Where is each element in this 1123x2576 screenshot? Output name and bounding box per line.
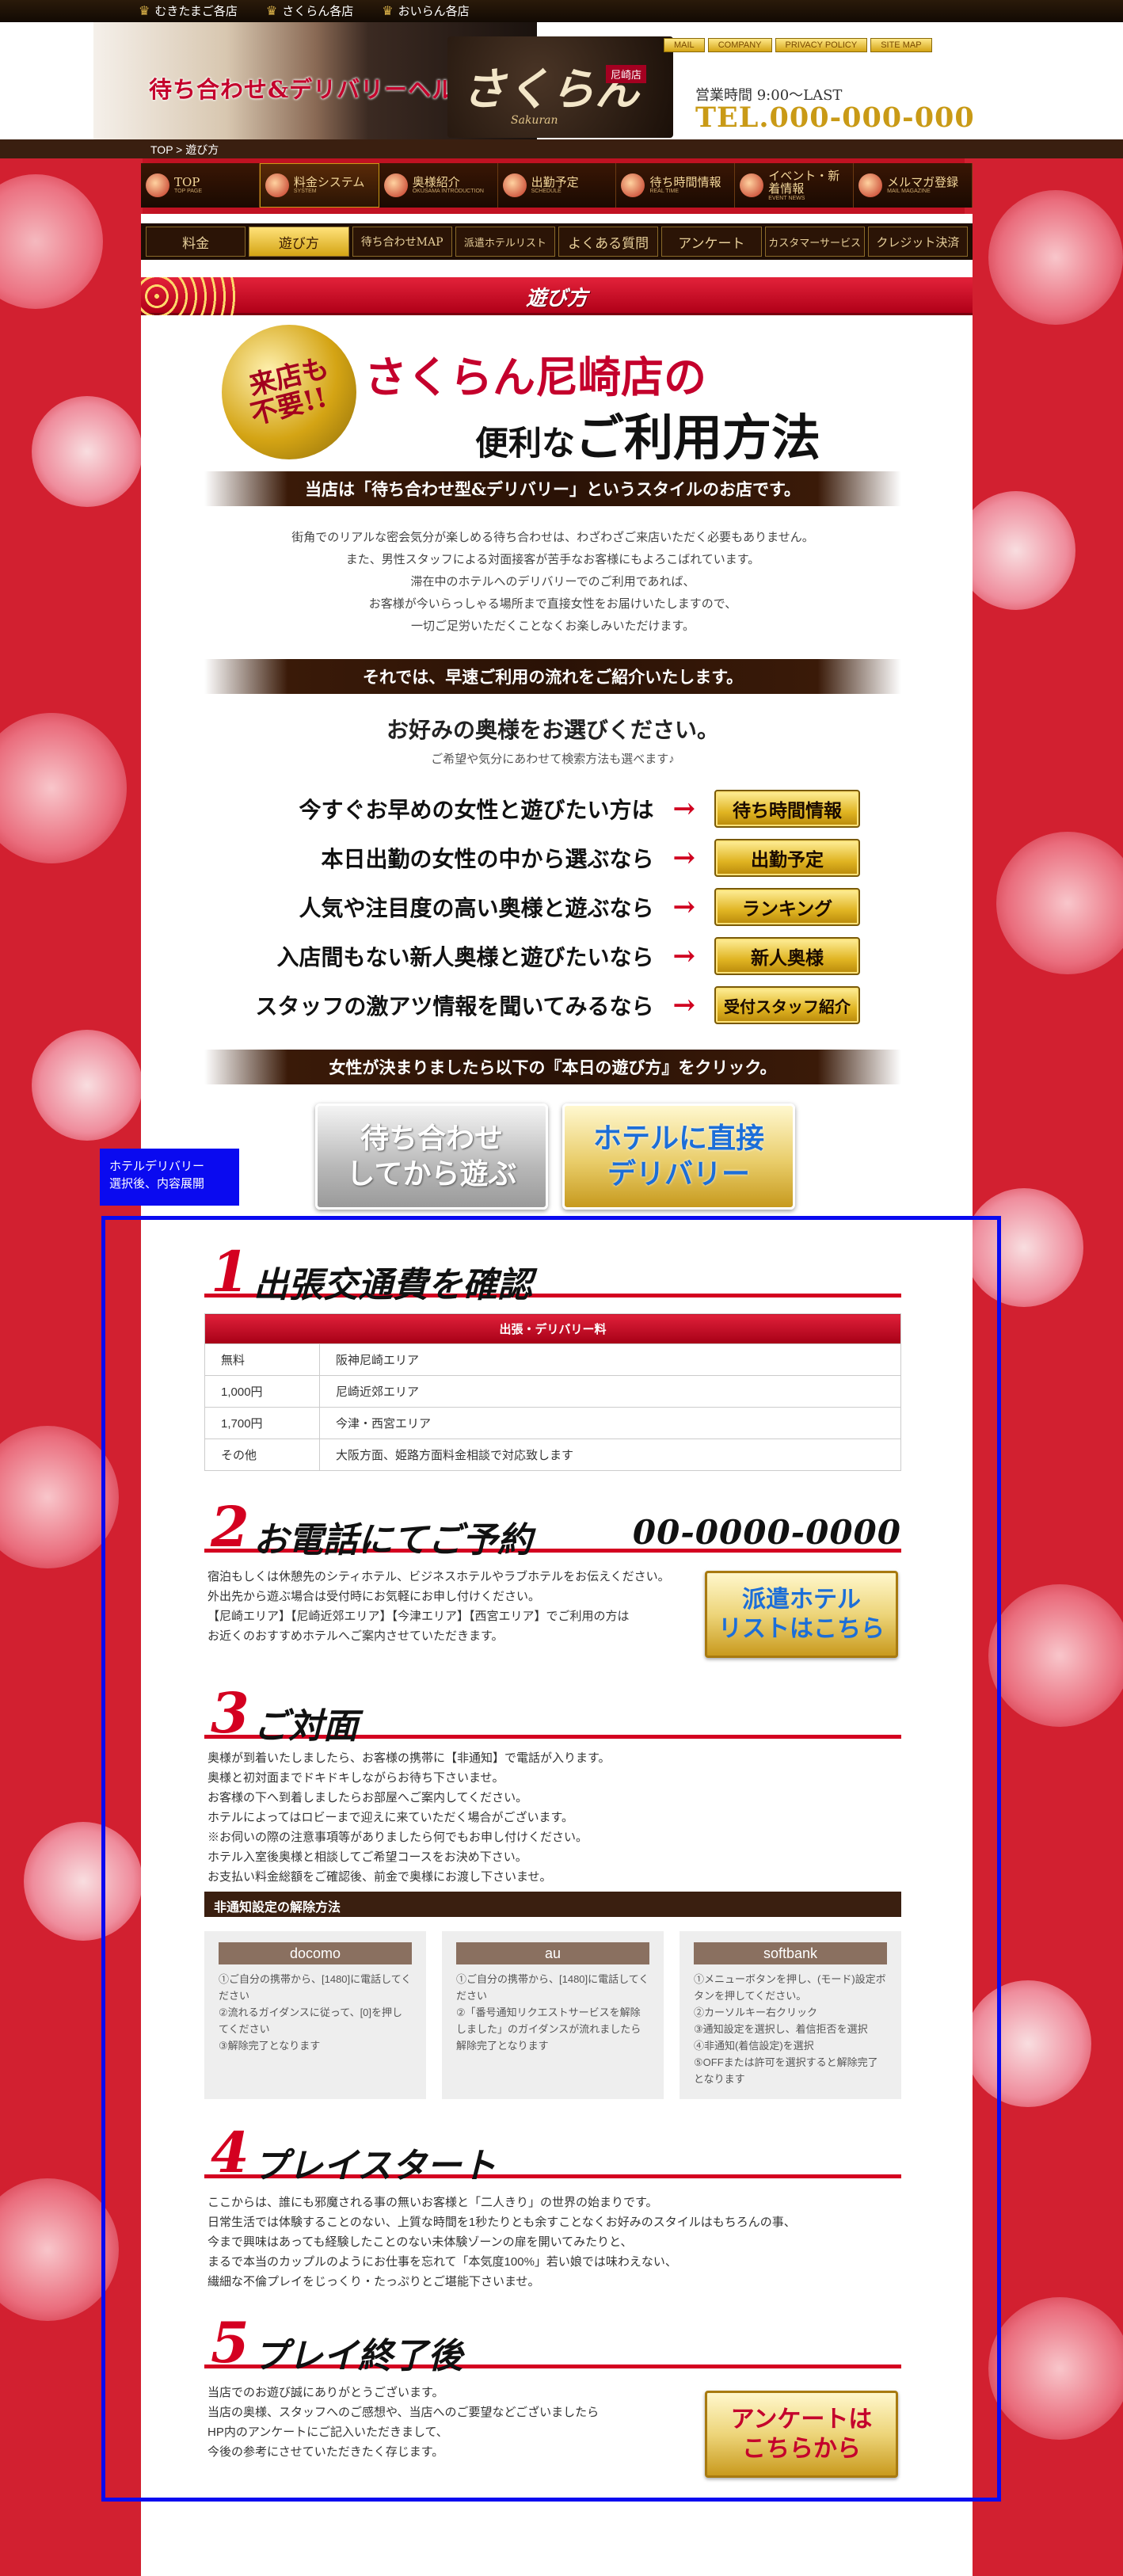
arrow-right-icon: → [672,940,696,972]
section-title: 遊び方 [525,287,588,311]
fee-table: 出張・デリバリー料 無料 阪神尼崎エリア 1,000円 尼崎近郊エリア 1,700円… [204,1313,901,1471]
step-5-heading: 5 プレイ終了後 [204,2310,901,2376]
header-tagline: 待ち合わせ&デリバリーヘルス [149,76,480,103]
flower-icon [146,173,169,197]
flower-icon [621,173,645,197]
carrier-au: au ①ご自分の携帯から、[1480]に電話してください ②「番号通知リクエストサ… [442,1931,664,2099]
table-row: 1,700円 今津・西宮エリア [204,1407,901,1439]
meet-up-button[interactable]: 待ち合わせ してから遊ぶ [315,1103,548,1210]
section-title-bar: 遊び方 [141,277,973,315]
site-header: 待ち合わせ&デリバリーヘルス さくらん 尼崎店 Sakuran MAIL COM… [0,22,1123,139]
list-item: 今すぐお早めの女性と遊びたい方は → 待ち時間情報 [204,784,901,833]
step-5-text: 当店でのお遊び誠にありがとうございます。 当店の奥様、スタッフへのご感想や、当店へ… [207,2386,600,2459]
step-4-heading: 4 プレイスタート [204,2120,901,2186]
crown-icon: ♛ [382,3,394,18]
table-row: その他 大阪方面、姫路方面料金相談で対応致します [204,1439,901,1471]
list-item: スタッフの激アツ情報を聞いてみるなら → 受付スタッフ紹介 [204,981,901,1030]
flow-banner: それでは、早速ご利用の流れをご紹介いたします。 [204,659,901,694]
flower-icon [858,173,883,197]
table-row: 1,000円 尼崎近郊エリア [204,1375,901,1408]
unblock-heading: 非通知設定の解除方法 [204,1892,901,1917]
step-3-heading: 3 ご対面 [204,1680,901,1747]
crown-icon: ♛ [139,3,150,18]
crown-icon: ♛ [265,3,278,18]
choose-subtitle: ご希望や気分にあわせて検索方法も選べます♪ [431,753,675,766]
site-link-sakuran[interactable]: ♛ さくらん各店 [266,0,353,22]
flower-icon [740,173,764,197]
annotation-note: ホテルデリバリー 選択後、内容展開 [100,1149,239,1206]
nav-privacy[interactable]: PRIVACY POLICY [775,38,868,52]
step-2-text: 宿泊もしくは休憩先のシティホテル、ビジネスホテルやラブホテルをお伝えください。外… [207,1570,670,1643]
today-banner: 女性が決まりましたら以下の『本日の遊び方』をクリック。 [204,1050,901,1084]
step-4-text: ここからは、誰にも邪魔される事の無いお客様と「二人きり」の世界の始まりです。 日常… [207,2196,796,2288]
tab-credit[interactable]: クレジット決済 [867,227,968,257]
reservation-phone[interactable]: 00-0000-0000 [633,1513,901,1552]
list-item: 人気や注目度の高い奥様と遊ぶなら → ランキング [204,882,901,932]
ranking-button[interactable]: ランキング [714,888,860,926]
arrow-right-icon: → [672,842,696,874]
fee-table-header: 出張・デリバリー料 [204,1313,901,1344]
arrow-right-icon: → [672,793,696,825]
arrow-right-icon: → [672,891,696,923]
newface-button[interactable]: 新人奥様 [714,937,860,975]
flower-icon [383,173,408,197]
tab-hotels[interactable]: 派遣ホテルリスト [455,227,555,257]
tab-meetmap[interactable]: 待ち合わせMAP [352,227,452,257]
nav-girls[interactable]: 奥様紹介 OKUSAMA INTRODUCTION [379,163,498,208]
nav-top[interactable]: TOP TOP PAGE [141,163,260,208]
list-item: 本日出勤の女性の中から選ぶなら → 出勤予定 [204,833,901,882]
choose-title: お好みの奥様をお選びください。 [386,717,719,743]
headline-shop: さくらん尼崎店の [364,352,706,402]
breadcrumb[interactable]: TOP > 遊び方 [150,142,219,158]
step-1-heading: 1 出張交通費を確認 [204,1239,901,1305]
headline-usage: 便利なご利用方法 [475,409,821,467]
nav-magazine[interactable]: メルマガ登録 MAIL MAGAZINE [854,163,973,208]
nav-event[interactable]: イベント・新着情報 EVENT NEWS [735,163,855,208]
carrier-docomo: docomo ①ご自分の携帯から、[1480]に電話してください ②流れるガイダン… [204,1931,426,2099]
sub-tabs: 料金 遊び方 待ち合わせMAP 派遣ホテルリスト よくある質問 アンケート カス… [141,223,973,260]
arrow-right-icon: → [672,989,696,1021]
tab-price[interactable]: 料金 [146,227,246,257]
gold-seal-badge: 来店も 不要!! [222,325,356,459]
choice-list: 今すぐお早めの女性と遊びたい方は → 待ち時間情報 本日出勤の女性の中から選ぶなら →… [204,784,901,1030]
tab-howto[interactable]: 遊び方 [249,227,349,257]
staff-button[interactable]: 受付スタッフ紹介 [714,986,860,1024]
survey-button[interactable]: アンケートは こちらから [705,2391,898,2478]
style-banner: 当店は「待ち合わせ型&デリバリー」というスタイルのお店です。 [204,471,901,506]
tab-faq[interactable]: よくある質問 [558,227,659,257]
top-bar: ♛ むきたまご各店 ♛ さくらん各店 ♛ おいらん各店 [0,0,1123,22]
tab-survey[interactable]: アンケート [661,227,762,257]
nav-sitemap[interactable]: SITE MAP [870,38,932,52]
table-row: 無料 阪神尼崎エリア [204,1343,901,1376]
step-2-heading: 2 お電話にてご予約 00-0000-0000 [204,1494,901,1560]
site-link-oiran[interactable]: ♛ おいらん各店 [382,0,469,22]
header-nav: MAIL COMPANY PRIVACY POLICY SITE MAP [664,38,932,52]
nav-system[interactable]: 料金システム SYSTEM [259,163,379,208]
main-nav: TOP TOP PAGE 料金システム SYSTEM 奥様紹介 OKUSAMA INT… [141,163,973,208]
header-phone[interactable]: TEL.000-000-000 [695,101,975,134]
carrier-softbank: softbank ①メニューボタンを押し、(モード)設定ボタンを押してください。 … [680,1931,901,2099]
waittime-button[interactable]: 待ち時間情報 [714,790,860,828]
carrier-instructions: docomo ①ご自分の携帯から、[1480]に電話してください ②流れるガイダン… [204,1931,901,2099]
site-logo[interactable]: さくらん 尼崎店 Sakuran [447,36,673,138]
site-link-mukitamago[interactable]: ♛ むきたまご各店 [139,0,238,22]
nav-company[interactable]: COMPANY [707,38,772,52]
breadcrumb-bar: TOP > 遊び方 [0,139,1123,158]
hotel-list-button[interactable]: 派遣ホテル リストはこちら [705,1571,898,1658]
intro-text: 街角でのリアルな密会気分が楽しめる待ち合わせは、わざわざご来店いただく必要もあり… [291,531,814,633]
flower-icon [502,173,527,197]
flower-icon [265,173,289,197]
play-style-buttons: 待ち合わせ してから遊ぶ ホテルに直接 デリバリー [315,1103,795,1210]
hotel-delivery-button[interactable]: ホテルに直接 デリバリー [562,1103,795,1210]
nav-waittime[interactable]: 待ち時間情報 REAL TIME [616,163,736,208]
nav-schedule[interactable]: 出勤予定 SCHEDULE [498,163,617,208]
list-item: 入店間もない新人奥様と遊びたいなら → 新人奥様 [204,932,901,981]
nav-mail[interactable]: MAIL [664,38,705,52]
step-3-text: 奥様が到着いたしましたら、お客様の携帯に【非通知】で電話が入ります。 奥様と初対面… [207,1751,611,1884]
schedule-button[interactable]: 出勤予定 [714,839,860,877]
tab-customer-service[interactable]: カスタマーサービス [764,227,865,257]
